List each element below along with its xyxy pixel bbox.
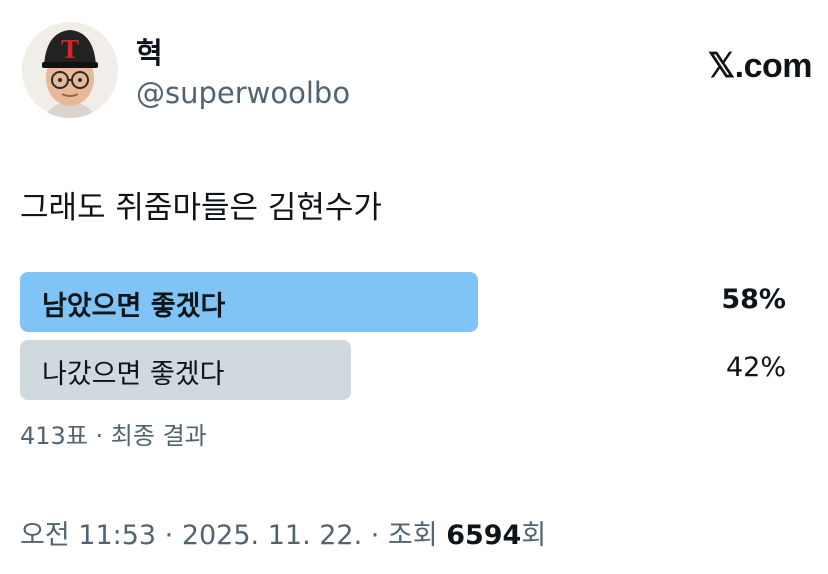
tweet-header: T 혁 @superwoolbo 𝕏.com xyxy=(22,22,813,122)
user-handle[interactable]: @superwoolbo xyxy=(136,76,350,110)
poll-option-label: 나갔으면 좋겠다 xyxy=(42,359,225,390)
poll: 남았으면 좋겠다 58% 나갔으면 좋겠다 42% xyxy=(20,272,792,408)
tweet-time[interactable]: 오전 11:53 xyxy=(20,520,156,551)
poll-option-label: 남았으면 좋겠다 xyxy=(42,291,226,322)
poll-option-1: 남았으면 좋겠다 58% xyxy=(20,272,792,332)
svg-text:T: T xyxy=(61,35,79,64)
meta-separator: · xyxy=(362,520,388,551)
poll-summary: 413표 · 최종 결과 xyxy=(20,422,207,450)
meta-separator: · xyxy=(156,520,182,551)
x-logo: 𝕏.com xyxy=(707,47,813,85)
tweet-meta: 오전 11:53 · 2025. 11. 22. · 조회 6594회 xyxy=(20,513,546,552)
tweet-text: 그래도 쥐줌마들은 김현수가 xyxy=(20,190,382,226)
avatar[interactable]: T xyxy=(22,22,118,118)
poll-option-percent: 42% xyxy=(725,352,786,383)
poll-option-percent: 58% xyxy=(721,284,786,315)
avatar-image: T xyxy=(22,22,118,118)
views-suffix: 회 xyxy=(521,520,547,551)
tweet-date[interactable]: 2025. 11. 22. xyxy=(182,520,362,551)
poll-option-2: 나갔으면 좋겠다 42% xyxy=(20,340,792,400)
views-count[interactable]: 6594 xyxy=(446,520,521,551)
user-display-name[interactable]: 혁 xyxy=(136,30,163,72)
views-prefix: 조회 xyxy=(387,520,447,551)
